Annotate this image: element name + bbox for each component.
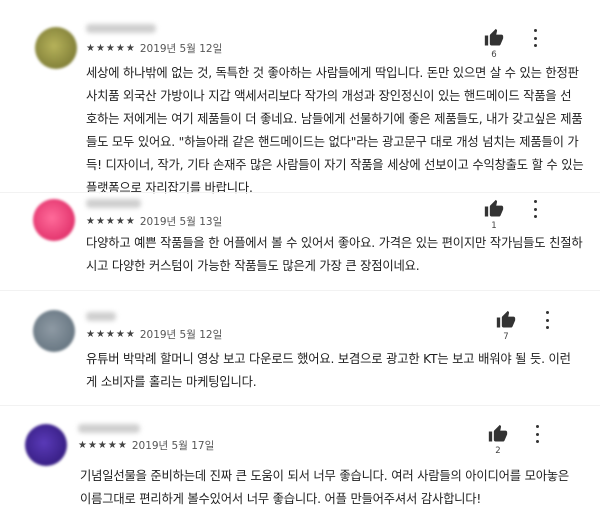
reviewer-name (86, 24, 156, 33)
review-date: 2019년 5월 13일 (139, 216, 223, 228)
more-options-icon[interactable] (534, 425, 540, 443)
thumbs-up-icon[interactable] (496, 310, 516, 330)
reviewer-name (86, 199, 141, 208)
star-rating: ★★★★★ (86, 43, 136, 54)
review-date: 2019년 5월 12일 (139, 329, 223, 341)
avatar[interactable] (33, 310, 75, 352)
review-text: 세상에 하나밖에 없는 것, 독특한 것 좋아하는 사람들에게 딱입니다. 돈만… (86, 66, 584, 195)
thumbs-up-icon[interactable] (484, 199, 504, 219)
star-rating: ★★★★★ (78, 440, 128, 451)
like-count: 2 (495, 446, 501, 456)
review-card: ★★★★★ 2019년 5월 13일 1 다양하고 예쁜 작품들을 한 어플에서… (0, 193, 600, 281)
thumbs-up-icon[interactable] (484, 28, 504, 48)
like-count: 6 (491, 50, 497, 60)
reviewer-name (86, 312, 116, 321)
divider (0, 405, 600, 406)
review-meta: ★★★★★ 2019년 5월 12일 (86, 327, 222, 342)
review-card: ★★★★★ 2019년 5월 12일 6 세상에 하나밖에 없는 것, 독특한 … (0, 0, 600, 195)
review-text: 다양하고 예쁜 작품들을 한 어플에서 볼 수 있어서 좋아요. 가격은 있는 … (86, 236, 583, 273)
more-options-icon[interactable] (532, 200, 538, 218)
divider (0, 290, 600, 291)
review-meta: ★★★★★ 2019년 5월 12일 (86, 41, 222, 56)
more-options-icon[interactable] (544, 311, 550, 329)
avatar[interactable] (35, 27, 77, 69)
more-options-icon[interactable] (532, 29, 538, 47)
review-card: ★★★★★ 2019년 5월 12일 7 유튜버 박막례 할머니 영상 보고 다… (0, 300, 600, 400)
like-count: 7 (503, 332, 509, 342)
review-date: 2019년 5월 12일 (139, 43, 223, 55)
reviewer-name (78, 424, 140, 433)
review-text: 유튜버 박막례 할머니 영상 보고 다운로드 했어요. 보겸으로 광고한 KT는… (86, 352, 571, 389)
avatar[interactable] (33, 199, 75, 241)
avatar[interactable] (25, 424, 67, 466)
like-count: 1 (491, 221, 497, 231)
review-date: 2019년 5월 17일 (131, 440, 215, 452)
review-card: ★★★★★ 2019년 5월 17일 2 기념일선물을 준비하는데 진짜 큰 도… (0, 410, 600, 529)
review-text: 기념일선물을 준비하는데 진짜 큰 도움이 되서 너무 좋습니다. 여러 사람들… (80, 469, 570, 506)
review-meta: ★★★★★ 2019년 5월 13일 (86, 214, 222, 229)
thumbs-up-icon[interactable] (488, 424, 508, 444)
review-meta: ★★★★★ 2019년 5월 17일 (78, 438, 214, 453)
star-rating: ★★★★★ (86, 216, 136, 227)
star-rating: ★★★★★ (86, 329, 136, 340)
